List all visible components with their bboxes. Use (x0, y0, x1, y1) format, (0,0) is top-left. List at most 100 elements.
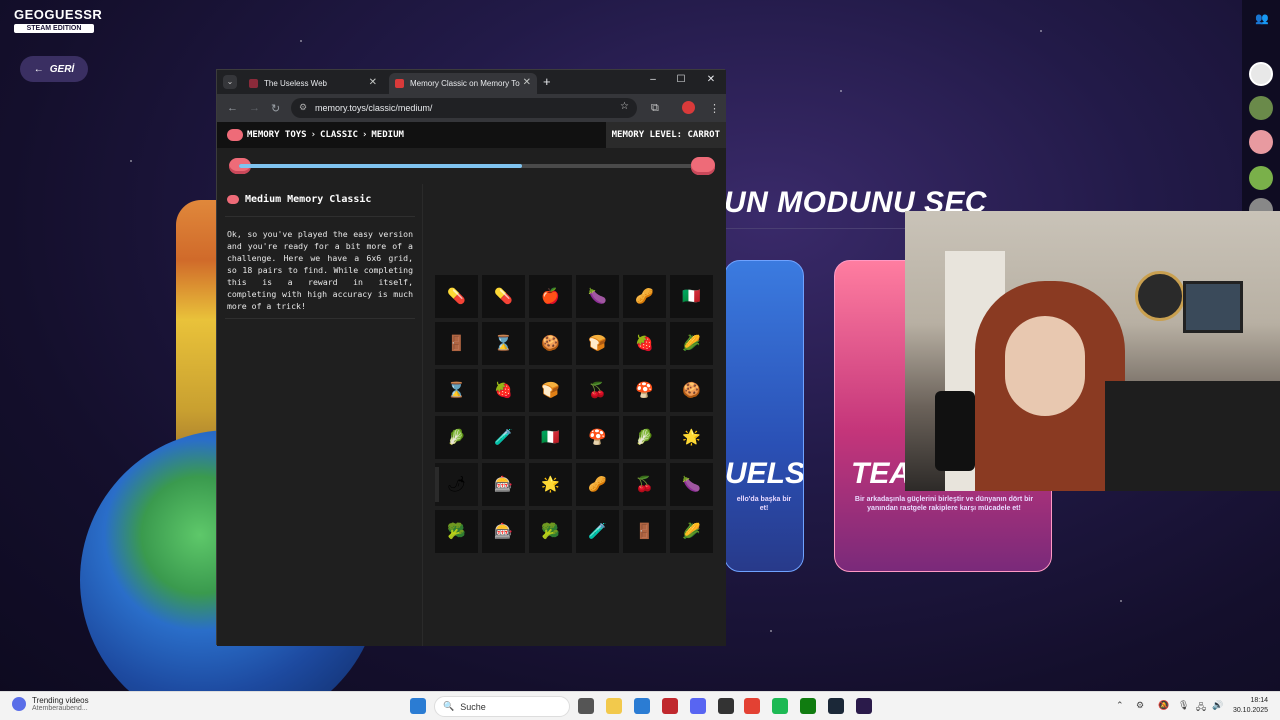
memory-card[interactable]: 🥦 (435, 510, 478, 553)
back-arrow-icon[interactable]: ← (227, 102, 238, 114)
memory-card[interactable]: 🍞 (529, 369, 572, 412)
clock-date: 30.10.2025 (1232, 707, 1268, 714)
chrome-icon[interactable] (744, 698, 760, 714)
site-info-icon[interactable]: ⚙ (299, 102, 307, 113)
crumb-separator: › (361, 130, 368, 140)
memory-card[interactable]: 🍓 (482, 369, 525, 412)
progress-fill (239, 164, 523, 168)
memory-card[interactable]: 🍒 (576, 369, 619, 412)
memory-card[interactable]: 🍄 (576, 416, 619, 459)
extensions-icon[interactable]: ⧉ (651, 102, 659, 115)
memory-card[interactable]: 🍄 (623, 369, 666, 412)
mute-notifications-icon[interactable]: 🔕 (1158, 700, 1169, 711)
memory-card[interactable]: 🍪 (670, 369, 713, 412)
avatar[interactable] (1249, 130, 1273, 154)
duels-mode-card[interactable]: UELS ello'da başka bir et! (724, 260, 804, 572)
forward-arrow-icon[interactable]: → (249, 102, 260, 114)
memory-card[interactable]: 🍪 (529, 322, 572, 365)
widgets-button[interactable]: Trending videos Atemberaubend... (12, 696, 89, 712)
windows-start-icon[interactable] (410, 698, 426, 714)
memory-card[interactable]: 🚪 (435, 322, 478, 365)
spotify-icon[interactable] (772, 698, 788, 714)
menu-dots-icon[interactable]: ⋮ (709, 102, 720, 115)
taskbar-search[interactable]: 🔍 Suche (434, 696, 570, 717)
close-window-button[interactable]: ✕ (701, 74, 721, 85)
profile-avatar-icon[interactable] (682, 101, 695, 114)
memory-card[interactable]: 🇮🇹 (670, 275, 713, 318)
memory-card[interactable]: 🍓 (623, 322, 666, 365)
memory-card[interactable]: ⌛ (482, 322, 525, 365)
card-symbol-icon: 🍓 (635, 335, 654, 352)
minimize-button[interactable]: – (643, 74, 663, 85)
memory-card[interactable]: 🎰 (482, 510, 525, 553)
card-symbol-icon: 💊 (494, 288, 513, 305)
crumb-separator: › (310, 130, 317, 140)
reload-icon[interactable]: ↻ (271, 102, 280, 115)
card-symbol-icon: 🍎 (541, 288, 560, 305)
xbox-icon[interactable] (800, 698, 816, 714)
card-symbol-icon: 🍒 (635, 476, 654, 493)
bookmark-star-icon[interactable]: ☆ (620, 101, 629, 112)
memory-card[interactable]: 🍎 (529, 275, 572, 318)
maximize-button[interactable]: ☐ (671, 74, 691, 85)
memory-card[interactable]: 🥜 (576, 463, 619, 506)
memory-card[interactable]: 🥬 (623, 416, 666, 459)
memory-card[interactable]: 💊 (482, 275, 525, 318)
card-symbol-icon: 🧪 (588, 523, 607, 540)
memory-card[interactable]: 🌟 (529, 463, 572, 506)
memory-card[interactable]: 🎰 (482, 463, 525, 506)
team-label: TEA (851, 457, 911, 490)
clock[interactable]: 18:14 30.10.2025 (1233, 696, 1268, 716)
tab-search-button[interactable]: ⌄ (223, 75, 237, 89)
friends-icon[interactable]: 👥 (1255, 12, 1269, 25)
close-tab-icon[interactable]: ✕ (523, 77, 531, 88)
crumb-medium[interactable]: MEDIUM (371, 130, 404, 140)
volume-icon[interactable]: 🔊 (1212, 700, 1223, 711)
tab-useless-web[interactable]: The Useless Web ✕ (243, 73, 383, 94)
memory-card[interactable]: 🍆 (576, 275, 619, 318)
network-icon[interactable]: 🖧 (1196, 700, 1206, 716)
memory-card[interactable]: 🌽 (670, 510, 713, 553)
avatar[interactable] (1249, 62, 1273, 86)
card-symbol-icon: 🥦 (541, 523, 560, 540)
memory-card[interactable]: 🌟 (670, 416, 713, 459)
memory-card[interactable]: 🥜 (623, 275, 666, 318)
memory-card[interactable]: 🍆 (670, 463, 713, 506)
memory-card[interactable]: 🇮🇹 (529, 416, 572, 459)
microphone-icon[interactable]: 🎙 (1178, 700, 1189, 711)
crumb-memory-toys[interactable]: MEMORY TOYS (247, 130, 307, 140)
memory-card[interactable]: ⌛ (435, 369, 478, 412)
memory-card[interactable]: 🥦 (529, 510, 572, 553)
memory-card[interactable]: 💊 (435, 275, 478, 318)
netflix-app-icon[interactable] (662, 698, 678, 714)
avatar[interactable] (1249, 96, 1273, 120)
task-view-icon[interactable] (578, 698, 594, 714)
memory-card[interactable]: 🧪 (576, 510, 619, 553)
tray-chevron-icon[interactable]: ⌃ (1116, 700, 1124, 711)
back-button[interactable]: ← GERİ (20, 56, 88, 82)
file-explorer-icon[interactable] (606, 698, 622, 714)
tray-app-icon[interactable]: ⚙ (1136, 700, 1144, 711)
discord-icon[interactable] (690, 698, 706, 714)
close-tab-icon[interactable]: ✕ (369, 77, 377, 88)
memory-card[interactable]: 🧪 (482, 416, 525, 459)
memory-card[interactable]: 🚪 (623, 510, 666, 553)
new-tab-button[interactable]: + (543, 74, 551, 89)
store-icon[interactable] (634, 698, 650, 714)
obs-icon[interactable] (718, 698, 734, 714)
geoguessr-icon[interactable] (856, 698, 872, 714)
memory-card[interactable]: 🍞 (576, 322, 619, 365)
card-symbol-icon: 🍄 (635, 382, 654, 399)
card-symbol-icon: 🚪 (635, 523, 654, 540)
url-input[interactable]: ⚙ memory.toys/classic/medium/ ☆ (291, 98, 637, 118)
card-symbol-icon: 🍞 (588, 335, 607, 352)
widget-title: Trending videos (32, 696, 89, 705)
crumb-classic[interactable]: CLASSIC (320, 130, 358, 140)
tab-memory-classic[interactable]: Memory Classic on Memory To ✕ (389, 73, 537, 94)
memory-card[interactable]: 🍒 (623, 463, 666, 506)
steam-icon[interactable] (828, 698, 844, 714)
memory-card[interactable]: 🌶 (435, 463, 478, 506)
memory-card[interactable]: 🥬 (435, 416, 478, 459)
memory-card[interactable]: 🌽 (670, 322, 713, 365)
avatar[interactable] (1249, 166, 1273, 190)
